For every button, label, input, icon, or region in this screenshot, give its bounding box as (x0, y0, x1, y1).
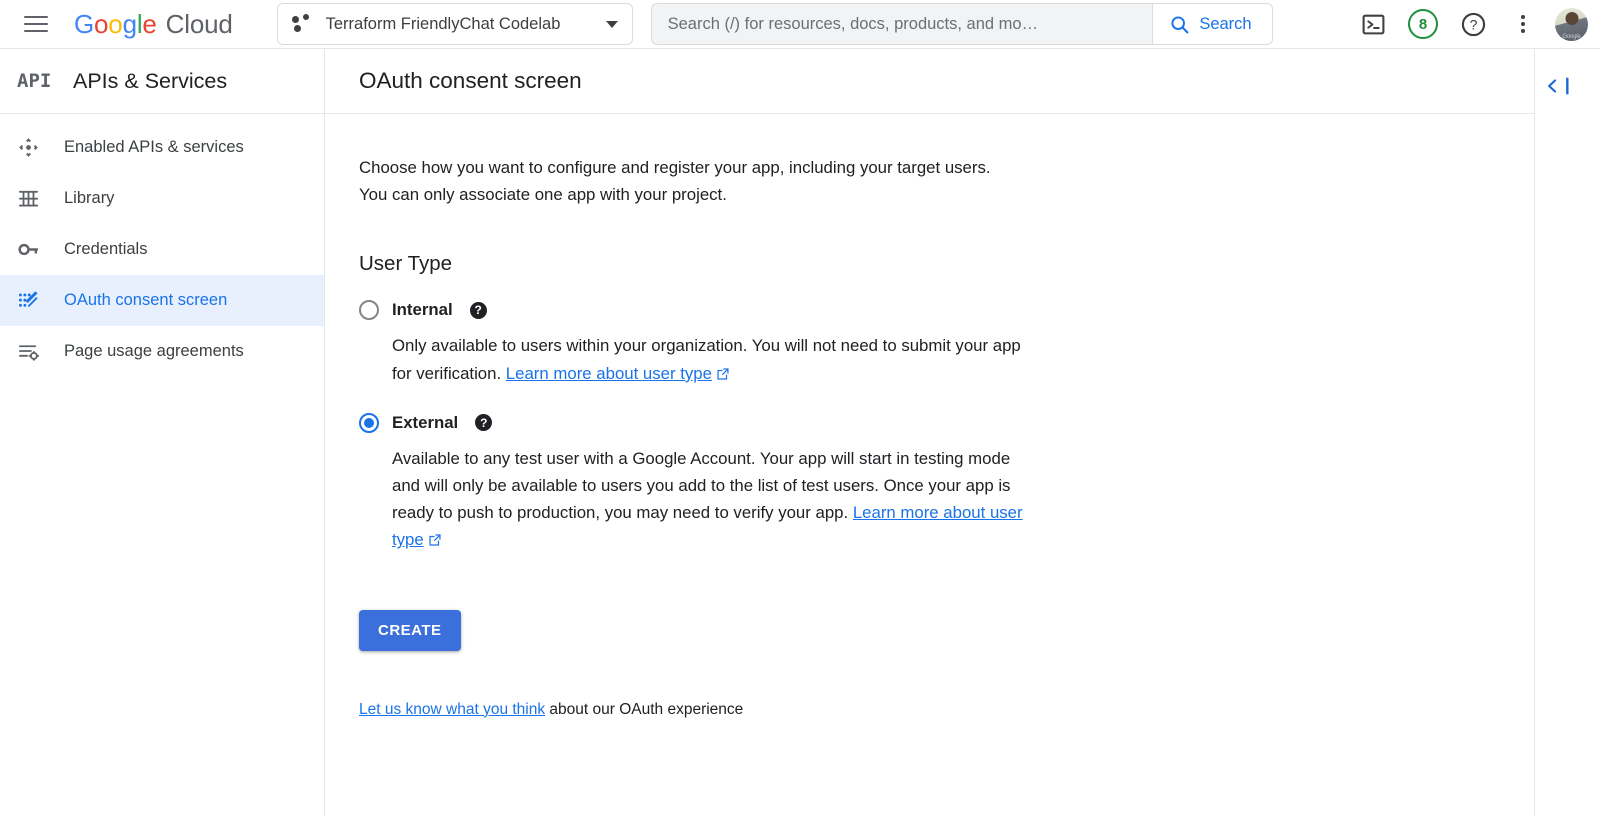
page-usage-agreements-icon (17, 340, 64, 363)
logo-letter: e (142, 9, 156, 40)
radio-internal-description: Only available to users within your orga… (392, 332, 1032, 388)
sidebar: API APIs & Services Enabled APIs & servi… (0, 49, 325, 816)
sidebar-header: API APIs & Services (0, 49, 324, 114)
sidebar-nav: Enabled APIs & services Library (0, 114, 324, 377)
external-link-icon[interactable] (428, 528, 442, 555)
project-selector-label: Terraform FriendlyChat Codelab (326, 15, 592, 34)
sidebar-title: APIs & Services (73, 69, 227, 94)
create-button[interactable]: CREATE (359, 610, 461, 651)
search-button-label: Search (1199, 15, 1251, 34)
radio-internal-input[interactable] (359, 300, 379, 320)
hamburger-menu-icon[interactable] (12, 0, 60, 48)
top-app-bar: GoogleCloud Terraform FriendlyChat Codel… (0, 0, 1600, 49)
sidebar-item-label: Library (64, 189, 114, 208)
main-header: OAuth consent screen (325, 49, 1534, 114)
collapse-panel-chevron-left-icon[interactable] (1544, 75, 1600, 97)
page-description: Choose how you want to configure and reg… (359, 154, 999, 208)
sidebar-item-label: Enabled APIs & services (64, 138, 244, 157)
search-bar[interactable]: Search (651, 3, 1273, 45)
sidebar-item-label: OAuth consent screen (64, 291, 227, 310)
search-icon (1169, 14, 1190, 35)
radio-external-description: Available to any test user with a Google… (392, 445, 1032, 556)
logo-letter: o (108, 9, 122, 40)
library-icon (17, 187, 64, 210)
notifications-count-badge: 8 (1408, 9, 1438, 39)
search-input[interactable] (652, 4, 1153, 44)
top-bar-actions: 8 ? (1351, 2, 1600, 46)
search-button[interactable]: Search (1152, 4, 1271, 44)
radio-option-internal[interactable]: Internal ? (359, 300, 1500, 320)
hamburger-bar (24, 30, 48, 32)
feedback-link[interactable]: Let us know what you think (359, 701, 545, 718)
notifications-button[interactable]: 8 (1401, 2, 1445, 46)
main-content: OAuth consent screen Choose how you want… (325, 49, 1535, 816)
sidebar-item-oauth-consent-screen[interactable]: OAuth consent screen (0, 275, 324, 326)
sidebar-item-page-usage-agreements[interactable]: Page usage agreements (0, 326, 324, 377)
chevron-down-icon (606, 21, 618, 28)
feedback-suffix: about our OAuth experience (545, 701, 743, 718)
sidebar-item-enabled-apis[interactable]: Enabled APIs & services (0, 122, 324, 173)
sidebar-item-label: Page usage agreements (64, 342, 244, 361)
user-avatar[interactable] (1555, 8, 1588, 41)
logo-letter: o (94, 9, 108, 40)
logo-letter: G (74, 9, 94, 40)
learn-more-user-type-link-internal[interactable]: Learn more about user type (506, 364, 712, 383)
oauth-consent-icon (17, 289, 64, 312)
google-cloud-logo[interactable]: GoogleCloud (74, 9, 233, 40)
help-question-icon[interactable]: ? (475, 414, 492, 431)
radio-internal-label: Internal (392, 300, 453, 320)
collapse-bar (1564, 75, 1571, 97)
dashboard-api-icon (17, 136, 64, 159)
hamburger-bar (24, 23, 48, 25)
logo-cloud-text: Cloud (166, 9, 233, 40)
key-credentials-icon (17, 238, 64, 261)
help-question-icon[interactable]: ? (470, 302, 487, 319)
feedback-line: Let us know what you think about our OAu… (359, 701, 1500, 719)
logo-letter: g (123, 9, 137, 40)
radio-external-input[interactable] (359, 413, 379, 433)
kebab-more-icon[interactable] (1501, 2, 1545, 46)
page-title: OAuth consent screen (359, 68, 582, 94)
api-logo-icon: API (17, 70, 64, 92)
content-body: Choose how you want to configure and reg… (325, 114, 1534, 719)
sidebar-item-credentials[interactable]: Credentials (0, 224, 324, 275)
sidebar-item-label: Credentials (64, 240, 147, 259)
user-type-section-title: User Type (359, 252, 1500, 276)
cloud-shell-terminal-icon[interactable] (1351, 2, 1395, 46)
sidebar-item-library[interactable]: Library (0, 173, 324, 224)
radio-external-label: External (392, 413, 458, 433)
radio-option-external[interactable]: External ? (359, 413, 1500, 433)
hamburger-bar (24, 16, 48, 18)
svg-text:?: ? (1469, 16, 1477, 32)
right-rail (1536, 49, 1600, 816)
external-link-icon[interactable] (716, 362, 730, 389)
project-selector[interactable]: Terraform FriendlyChat Codelab (277, 3, 633, 45)
cloud-project-icon (292, 14, 312, 34)
help-question-icon[interactable]: ? (1451, 2, 1495, 46)
